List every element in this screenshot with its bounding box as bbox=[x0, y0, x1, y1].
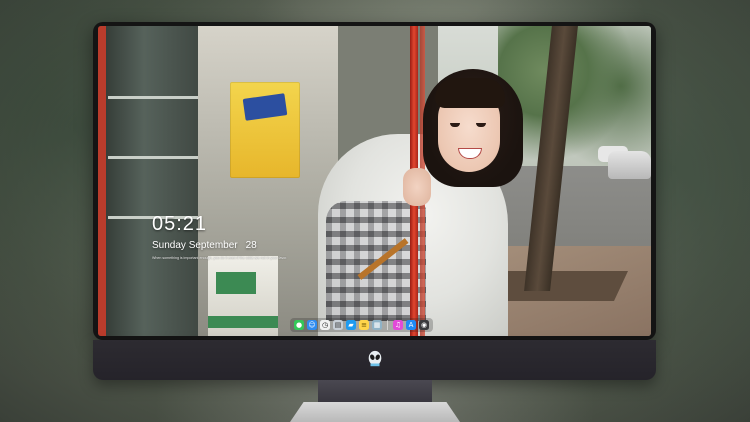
desktop-date: Sunday September 28 bbox=[152, 240, 257, 251]
photos-icon[interactable]: ▦ bbox=[372, 320, 382, 330]
desktop-clock: 05:21 bbox=[152, 213, 208, 235]
monitor-frame: 05:21 Sunday September 28 When something … bbox=[93, 22, 656, 340]
desktop-quote: When something is important enough, you … bbox=[152, 256, 288, 260]
monitor-stand-neck bbox=[318, 380, 432, 404]
date-day: 28 bbox=[245, 240, 257, 251]
dock: ● ☺ ◷ ▤ ▰ ≡ ▦ ♫ A ◉ bbox=[290, 318, 433, 332]
music-icon[interactable]: ♫ bbox=[393, 320, 403, 330]
preview-icon[interactable]: ▤ bbox=[333, 320, 343, 330]
desktop-screen: 05:21 Sunday September 28 When something … bbox=[98, 26, 651, 336]
clock-icon[interactable]: ◷ bbox=[320, 320, 330, 330]
message-icon[interactable]: ● bbox=[294, 320, 304, 330]
camera-icon[interactable]: ◉ bbox=[419, 320, 429, 330]
notes-icon[interactable]: ≡ bbox=[359, 320, 369, 330]
date-weekday-month: Sunday September bbox=[152, 240, 238, 251]
app-store-icon[interactable]: A bbox=[406, 320, 416, 330]
finder-icon[interactable]: ☺ bbox=[307, 320, 317, 330]
monitor-stand-base bbox=[290, 402, 460, 422]
wallpaper bbox=[98, 26, 651, 336]
alienware-logo-icon bbox=[368, 350, 382, 367]
dock-separator bbox=[387, 320, 388, 330]
clapper-icon[interactable]: ▰ bbox=[346, 320, 356, 330]
